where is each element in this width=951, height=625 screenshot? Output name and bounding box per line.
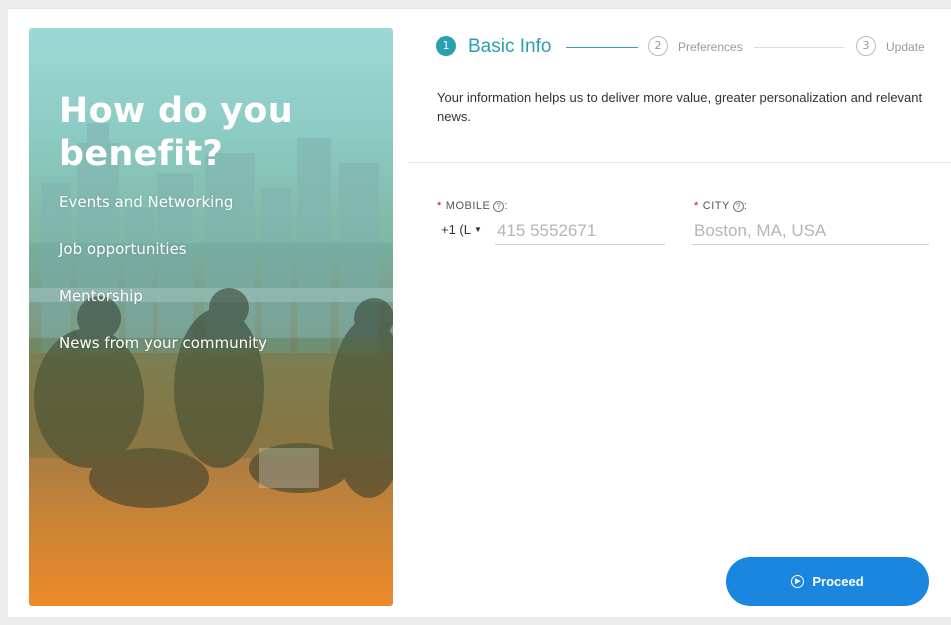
benefits-list: Events and Networking Job opportunities …	[59, 192, 267, 380]
required-mark: *	[694, 200, 699, 212]
step-connector	[754, 47, 844, 48]
step-2-label[interactable]: Preferences	[678, 40, 743, 54]
step-2-indicator[interactable]: 2	[648, 36, 668, 56]
step-connector	[566, 47, 638, 48]
section-divider	[408, 162, 951, 163]
mobile-input[interactable]	[495, 217, 665, 245]
benefit-item: News from your community	[59, 334, 268, 352]
step-3-label[interactable]: Update	[886, 40, 925, 54]
arrow-circle-icon: ▶	[791, 575, 805, 588]
required-mark: *	[437, 200, 442, 212]
country-code-select[interactable]: +1 (L ▼	[441, 222, 482, 237]
city-label: * CITY?:	[694, 200, 748, 212]
step-3-indicator[interactable]: 3	[856, 36, 876, 56]
proceed-button[interactable]: ▶ Proceed	[726, 557, 929, 606]
step-1-indicator[interactable]: 1	[436, 36, 456, 56]
help-icon[interactable]: ?	[493, 201, 505, 212]
intro-text: Your information helps us to deliver mor…	[437, 90, 923, 124]
benefit-item: Events and Networking	[59, 193, 234, 211]
benefit-item: Job opportunities	[59, 240, 187, 258]
step-1-label[interactable]: Basic Info	[468, 36, 551, 58]
dropdown-caret-icon: ▼	[474, 225, 482, 234]
benefit-item: Mentorship	[59, 287, 143, 305]
help-icon[interactable]: ?	[732, 201, 744, 212]
mobile-label: * MOBILE?:	[437, 200, 508, 212]
benefits-title: How do you benefit?	[59, 91, 293, 174]
city-input[interactable]	[692, 217, 929, 245]
progress-stepper: 1 Basic Info 2 Preferences 3 Update	[436, 34, 936, 62]
benefits-panel: How do you benefit? Events and Networkin…	[29, 28, 393, 606]
